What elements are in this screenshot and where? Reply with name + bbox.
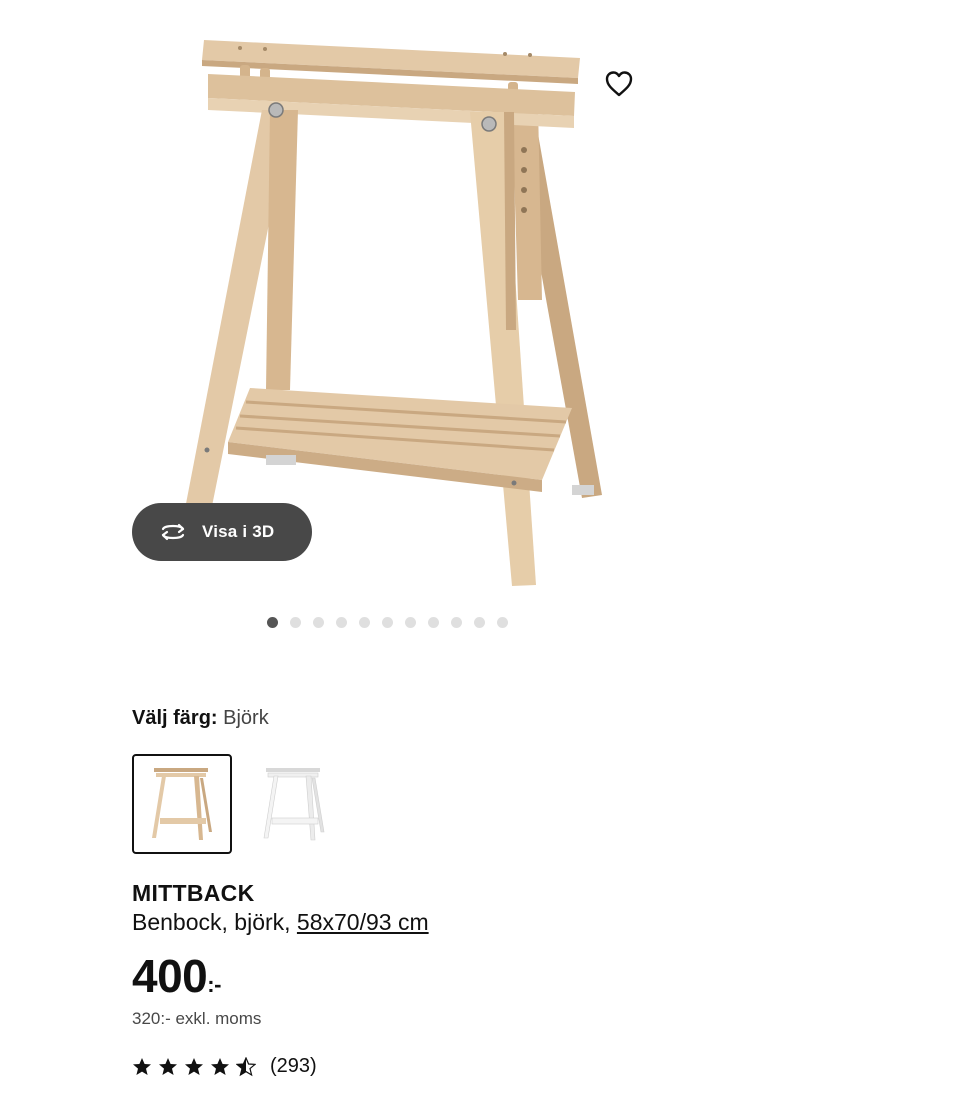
star-full-icon <box>185 1058 203 1075</box>
view-3d-label: Visa i 3D <box>202 522 275 541</box>
carousel-dot[interactable] <box>405 617 416 628</box>
carousel-dot[interactable] <box>451 617 462 628</box>
carousel-dot[interactable] <box>336 617 347 628</box>
selected-color-value: Björk <box>223 707 269 729</box>
favourite-button[interactable] <box>603 68 635 100</box>
star-full-icon <box>211 1058 229 1075</box>
carousel-dot[interactable] <box>313 617 324 628</box>
carousel-dot[interactable] <box>267 617 278 628</box>
carousel-dot[interactable] <box>382 617 393 628</box>
color-picker-label: Välj färg: <box>132 707 218 729</box>
carousel-dot[interactable] <box>359 617 370 628</box>
star-full-icon <box>159 1058 177 1075</box>
product-price: 400:- <box>132 949 221 1003</box>
star-half-icon <box>236 1057 256 1077</box>
product-description-text: Benbock, björk, <box>132 909 297 935</box>
view-3d-button[interactable]: Visa i 3D <box>132 503 312 561</box>
carousel-dot[interactable] <box>497 617 508 628</box>
product-description: Benbock, björk, 58x70/93 cm <box>132 909 429 936</box>
price-value: 400 <box>132 950 208 1002</box>
star-full-icon <box>133 1058 151 1075</box>
carousel-dot[interactable] <box>474 617 485 628</box>
heart-icon <box>605 71 633 97</box>
price-excl-vat: 320:- exkl. moms <box>132 1009 262 1028</box>
trestle-thumbnail-birch <box>152 768 212 840</box>
image-carousel-dots <box>267 617 508 628</box>
price-suffix: :- <box>207 972 221 997</box>
rotate-3d-icon <box>161 523 185 541</box>
product-name: MITTBACK <box>132 880 255 906</box>
carousel-dot[interactable] <box>290 617 301 628</box>
color-option-white[interactable] <box>244 754 344 854</box>
rating-stars[interactable] <box>132 1057 256 1077</box>
product-size-link[interactable]: 58x70/93 cm <box>297 909 429 935</box>
color-picker-title: Välj färg: Björk <box>132 707 269 730</box>
color-option-bjork[interactable] <box>132 754 232 854</box>
trestle-thumbnail-white <box>263 768 325 841</box>
review-count[interactable]: (293) <box>270 1055 317 1078</box>
carousel-dot[interactable] <box>428 617 439 628</box>
